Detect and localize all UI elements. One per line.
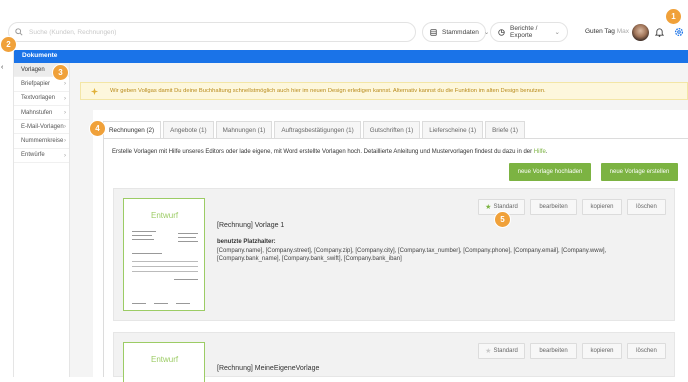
bell-icon[interactable] [655, 27, 664, 37]
set-standard-button[interactable]: ★ Standard [478, 343, 525, 359]
delete-button[interactable]: löschen [627, 343, 666, 359]
callout-badge: 1 [665, 8, 682, 25]
edit-button[interactable]: bearbeiten [530, 199, 577, 215]
gear-icon[interactable] [674, 27, 684, 37]
watermark: Entwurf [151, 355, 179, 364]
berichte-label: Berichte / Exporte [510, 25, 538, 39]
tab-lieferscheine[interactable]: Lieferscheine (1) [422, 121, 484, 139]
greeting: Guten Tag Max [585, 28, 629, 35]
tab-auftragsbestaetigungen[interactable]: Auftragsbestätigungen (1) [274, 121, 361, 139]
sidebar-item-entwuerfe[interactable]: Entwürfe › [14, 149, 69, 164]
notice-text: Wir geben Vollgas damit Du deine Buchhal… [110, 88, 546, 94]
placeholders-list: [Company.name], [Company.street], [Compa… [217, 248, 607, 262]
search-input[interactable]: Suche (Kunden, Rechnungen) [8, 22, 416, 42]
template-preview[interactable]: Entwurf [123, 198, 205, 311]
help-link[interactable]: Hilfe [534, 149, 546, 155]
intro-text: Erstelle Vorlagen mit Hilfe unseres Edit… [112, 149, 548, 155]
callout-badge: 2 [0, 36, 17, 53]
chevron-down-icon: ⌄ [554, 29, 560, 36]
star-icon: ★ [485, 348, 492, 355]
upload-template-button[interactable]: neue Vorlage hochladen [509, 163, 591, 181]
collapse-rail[interactable]: ‹ [0, 50, 14, 377]
delete-button[interactable]: löschen [627, 199, 666, 215]
chevron-right-icon: › [64, 124, 66, 131]
tab-briefe[interactable]: Briefe (1) [485, 121, 525, 139]
copy-button[interactable]: kopieren [582, 199, 622, 215]
berichte-menu[interactable]: Berichte / Exporte ⌄ [490, 22, 568, 42]
callout-badge: 3 [52, 64, 69, 81]
stammdaten-label: Stammdaten [442, 28, 479, 36]
database-icon [430, 28, 437, 36]
chevron-right-icon: › [64, 138, 66, 145]
document-type-tabs: Rechnungen (2) Angebote (1) Mahnungen (1… [103, 121, 527, 139]
chevron-right-icon: › [64, 81, 66, 88]
star-icon: ★ [485, 204, 492, 211]
avatar[interactable] [632, 24, 649, 41]
tab-angebote[interactable]: Angebote (1) [163, 121, 214, 139]
template-card: Entwurf [Rechnung] Vorlage 1 benutzte Pl… [113, 188, 675, 321]
section-title-bar: Dokumente [14, 50, 688, 63]
callout-badge: 5 [494, 211, 511, 228]
sidebar-item-email-vorlagen[interactable]: E-Mail-Vorlagen › [14, 120, 69, 135]
template-preview[interactable]: Entwurf [123, 342, 205, 382]
chevron-right-icon: › [64, 109, 66, 116]
section-title: Dokumente [22, 52, 58, 59]
chevron-left-icon[interactable]: ‹ [1, 64, 3, 71]
edit-button[interactable]: bearbeiten [530, 343, 577, 359]
sidebar-item-nummernkreise[interactable]: Nummernkreise › [14, 134, 69, 149]
watermark: Entwurf [151, 211, 179, 220]
sidebar-item-mahnstufen[interactable]: Mahnstufen › [14, 106, 69, 121]
copy-button[interactable]: kopieren [582, 343, 622, 359]
tip-icon [90, 87, 99, 96]
template-title: [Rechnung] MeineEigeneVorlage [217, 365, 320, 372]
chevron-down-icon: ⌄ [483, 29, 490, 36]
chevron-right-icon: › [64, 152, 66, 159]
search-icon [15, 28, 23, 36]
top-bar: Suche (Kunden, Rechnungen) Stammdaten ⌄ … [0, 0, 688, 50]
template-card: Entwurf [Rechnung] MeineEigeneVorlage ★ S… [113, 332, 675, 382]
notice-banner: Wir geben Vollgas damit Du deine Buchhal… [80, 82, 688, 100]
stammdaten-menu[interactable]: Stammdaten ⌄ [422, 22, 490, 42]
callout-badge: 4 [89, 120, 106, 137]
search-placeholder: Suche (Kunden, Rechnungen) [29, 29, 117, 36]
sidebar-item-textvorlagen[interactable]: Textvorlagen › [14, 92, 69, 106]
sidebar: Vorlagen Briefpapier › Textvorlagen › Mahn… [14, 63, 70, 377]
tab-rechnungen[interactable]: Rechnungen (2) [103, 121, 162, 139]
tab-gutschriften[interactable]: Gutschriften (1) [362, 121, 421, 139]
placeholders-label: benutzte Platzhalter: [217, 239, 276, 245]
create-template-button[interactable]: neue Vorlage erstellen [601, 163, 678, 181]
chevron-right-icon: › [64, 95, 66, 102]
chart-icon [498, 28, 505, 36]
tab-mahnungen[interactable]: Mahnungen (1) [215, 121, 273, 139]
template-title: [Rechnung] Vorlage 1 [217, 222, 285, 229]
user-name: Max [616, 28, 629, 35]
